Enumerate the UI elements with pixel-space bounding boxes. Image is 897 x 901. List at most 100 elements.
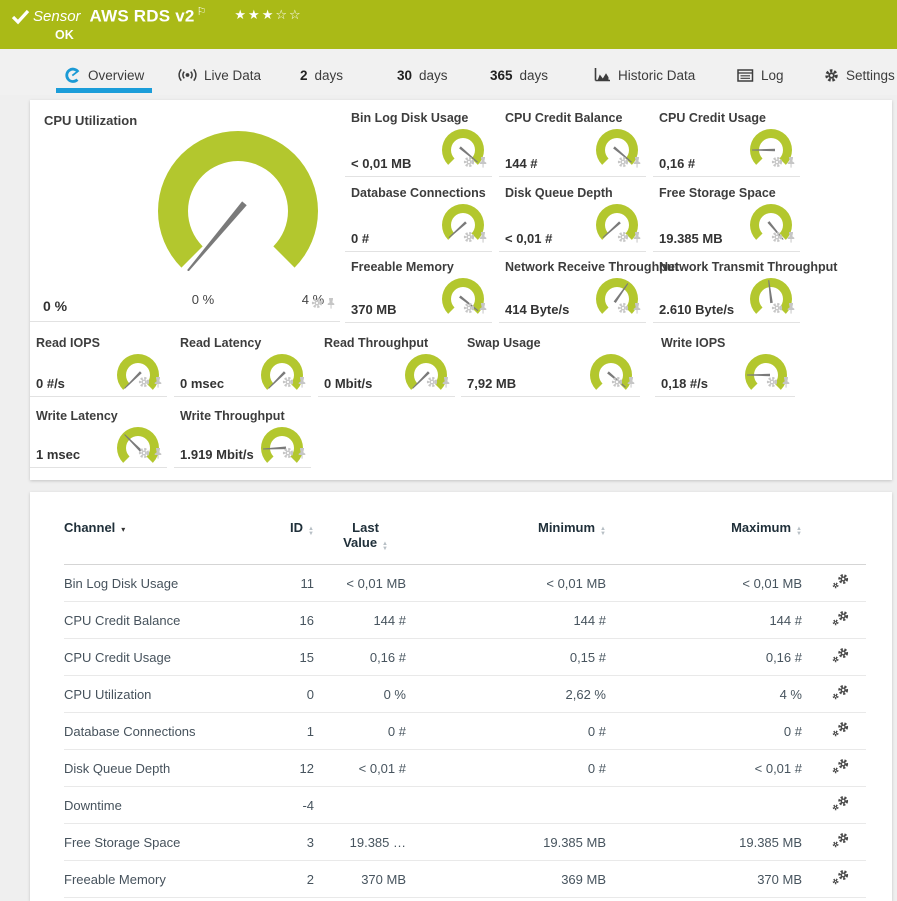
pin-icon[interactable] xyxy=(786,230,796,248)
edit-channel-gears-icon[interactable] xyxy=(832,610,850,627)
channel-name-cell[interactable]: Network Receive Throu… xyxy=(64,898,260,901)
gear-icon[interactable] xyxy=(766,375,778,393)
gauge-value: 370 MB xyxy=(351,302,397,317)
gauge-tile-free-storage-space[interactable]: Free Storage Space 19.385 MB xyxy=(653,181,800,252)
channel-name-cell[interactable]: CPU Credit Balance xyxy=(64,602,260,639)
channel-name-cell[interactable]: Free Storage Space xyxy=(64,824,260,861)
pin-icon[interactable] xyxy=(441,375,451,393)
gear-icon[interactable] xyxy=(463,230,475,248)
edit-channel-gears-icon[interactable] xyxy=(832,869,850,886)
pin-icon[interactable] xyxy=(786,155,796,173)
channel-name-cell[interactable]: CPU Utilization xyxy=(64,676,260,713)
gauge-tile-network-transmit-throughput[interactable]: Network Transmit Throughput 2.610 Byte/s xyxy=(653,255,800,323)
gear-icon[interactable] xyxy=(138,375,150,393)
channel-id-cell: 1 xyxy=(260,713,314,750)
channel-name-cell[interactable]: Bin Log Disk Usage xyxy=(64,565,260,602)
gear-icon[interactable] xyxy=(311,296,323,314)
tab-365-days[interactable]: 365 days xyxy=(482,49,560,95)
col-header-actions xyxy=(802,520,866,565)
gauge-tile-write-throughput[interactable]: Write Throughput 1.919 Mbit/s xyxy=(174,404,311,468)
gear-icon[interactable] xyxy=(463,301,475,319)
pin-icon[interactable] xyxy=(478,230,488,248)
maximum-cell: 0,16 # xyxy=(606,639,802,676)
pin-icon[interactable] xyxy=(297,375,307,393)
edit-channel-gears-icon[interactable] xyxy=(832,647,850,664)
last-value-cell xyxy=(314,787,406,824)
gear-icon[interactable] xyxy=(611,375,623,393)
col-header-channel[interactable]: Channel▾ xyxy=(64,520,260,565)
pin-icon[interactable] xyxy=(153,375,163,393)
channel-name-cell[interactable]: Database Connections xyxy=(64,713,260,750)
gauge-tile-cpu-credit-usage[interactable]: CPU Credit Usage 0,16 # xyxy=(653,106,800,177)
col-header-minimum[interactable]: Minimum▲▼ xyxy=(406,520,606,565)
gear-icon[interactable] xyxy=(617,155,629,173)
gear-icon[interactable] xyxy=(617,301,629,319)
gauge-title: Network Transmit Throughput xyxy=(659,260,837,274)
tab-log[interactable]: Log xyxy=(729,49,787,95)
tab-30-days[interactable]: 30 days xyxy=(389,49,455,95)
gauge-value: 0 # xyxy=(351,231,369,246)
channel-name-cell[interactable]: Downtime xyxy=(64,787,260,824)
gear-icon[interactable] xyxy=(138,446,150,464)
edit-channel-gears-icon[interactable] xyxy=(832,721,850,738)
tab-2-days[interactable]: 2 days xyxy=(292,49,354,95)
log-icon xyxy=(737,69,754,82)
gauge-tile-bin-log-disk-usage[interactable]: Bin Log Disk Usage < 0,01 MB xyxy=(345,106,492,177)
gear-icon[interactable] xyxy=(771,155,783,173)
pin-icon[interactable] xyxy=(326,296,336,314)
gauge-value: 1 msec xyxy=(36,447,80,462)
gear-icon[interactable] xyxy=(771,230,783,248)
gear-icon[interactable] xyxy=(463,155,475,173)
tab-overview[interactable]: Overview xyxy=(56,49,152,95)
gauge-tile-freeable-memory[interactable]: Freeable Memory 370 MB xyxy=(345,255,492,323)
channel-name-cell[interactable]: Disk Queue Depth xyxy=(64,750,260,787)
pin-icon[interactable] xyxy=(478,301,488,319)
flag-icon[interactable]: ⚐ xyxy=(197,6,207,18)
minimum-cell: 404 Byte/s xyxy=(406,898,606,901)
gauge-tile-cpu-credit-balance[interactable]: CPU Credit Balance 144 # xyxy=(499,106,646,177)
col-label: Last xyxy=(352,520,379,535)
gauge-tile-cpu-utilization[interactable]: CPU Utilization 0 % 4 % 0 % xyxy=(30,100,340,322)
gear-icon[interactable] xyxy=(426,375,438,393)
pin-icon[interactable] xyxy=(632,155,642,173)
gear-icon[interactable] xyxy=(282,375,294,393)
gauge-title: Database Connections xyxy=(351,186,486,200)
channel-name-cell[interactable]: Freeable Memory xyxy=(64,861,260,898)
edit-channel-gears-icon[interactable] xyxy=(832,832,850,849)
gauge-tile-network-receive-throughput[interactable]: Network Receive Throughput 414 Byte/s xyxy=(499,255,646,323)
edit-channel-gears-icon[interactable] xyxy=(832,684,850,701)
tab-settings[interactable]: Settings xyxy=(816,49,896,95)
pin-icon[interactable] xyxy=(781,375,791,393)
broadcast-icon xyxy=(178,68,197,82)
gauge-tile-write-latency[interactable]: Write Latency 1 msec xyxy=(30,404,167,468)
gear-icon[interactable] xyxy=(617,230,629,248)
gauge-tile-read-latency[interactable]: Read Latency 0 msec xyxy=(174,331,311,397)
tab-historic-data[interactable]: Historic Data xyxy=(586,49,696,95)
edit-channel-gears-icon[interactable] xyxy=(832,758,850,775)
edit-channel-gears-icon[interactable] xyxy=(832,795,850,812)
last-value-cell: 0,16 # xyxy=(314,639,406,676)
pin-icon[interactable] xyxy=(297,446,307,464)
gauge-tile-disk-queue-depth[interactable]: Disk Queue Depth < 0,01 # xyxy=(499,181,646,252)
priority-stars[interactable]: ★★★☆☆ xyxy=(234,7,302,22)
pin-icon[interactable] xyxy=(153,446,163,464)
col-header-last-value[interactable]: LastValue▲▼ xyxy=(314,520,406,565)
pin-icon[interactable] xyxy=(632,301,642,319)
gauge-tile-read-throughput[interactable]: Read Throughput 0 Mbit/s xyxy=(318,331,455,397)
col-header-id[interactable]: ID▲▼ xyxy=(260,520,314,565)
col-header-maximum[interactable]: Maximum▲▼ xyxy=(606,520,802,565)
tab-live-data[interactable]: Live Data xyxy=(170,49,262,95)
pin-icon[interactable] xyxy=(632,230,642,248)
pin-icon[interactable] xyxy=(626,375,636,393)
edit-channel-gears-icon[interactable] xyxy=(832,573,850,590)
gear-icon[interactable] xyxy=(771,301,783,319)
gauge-tile-database-connections[interactable]: Database Connections 0 # xyxy=(345,181,492,252)
gauge-tile-read-iops[interactable]: Read IOPS 0 #/s xyxy=(30,331,167,397)
pin-icon[interactable] xyxy=(786,301,796,319)
gauge-tile-swap-usage[interactable]: Swap Usage 7,92 MB xyxy=(461,331,640,397)
pin-icon[interactable] xyxy=(478,155,488,173)
gauge-tile-write-iops[interactable]: Write IOPS 0,18 #/s xyxy=(655,331,795,397)
table-row: Bin Log Disk Usage 11 < 0,01 MB < 0,01 M… xyxy=(64,565,866,602)
channel-name-cell[interactable]: CPU Credit Usage xyxy=(64,639,260,676)
gear-icon[interactable] xyxy=(282,446,294,464)
